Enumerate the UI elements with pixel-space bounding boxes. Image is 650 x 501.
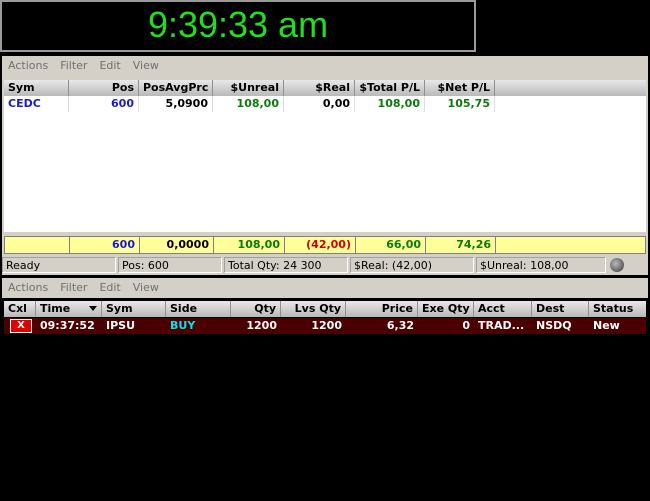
col-pos[interactable]: Pos	[69, 80, 139, 96]
positions-statusbar: Ready Pos: 600 Total Qty: 24 300 $Real: …	[2, 257, 648, 274]
total-pos: 600	[70, 237, 140, 253]
col-time[interactable]: Time	[36, 301, 102, 317]
col-acct[interactable]: Acct	[474, 301, 532, 317]
total-total-pl: 66,00	[356, 237, 426, 253]
menu-actions[interactable]: Actions	[8, 281, 48, 294]
status-unreal: $Unreal: 108,00	[476, 257, 606, 273]
col-exe-qty[interactable]: Exe Qty	[418, 301, 474, 317]
col-sym[interactable]: Sym	[102, 301, 166, 317]
col-sym[interactable]: Sym	[4, 80, 69, 96]
positions-panel: Actions Filter Edit View Sym Pos PosAvgPrc …	[2, 56, 648, 275]
menu-edit[interactable]: Edit	[99, 281, 120, 294]
cell-dest: NSDQ	[536, 319, 572, 332]
cell-unreal: 108,00	[213, 96, 284, 112]
col-lvs-qty[interactable]: Lvs Qty	[281, 301, 346, 317]
status-light-icon	[610, 258, 624, 272]
status-pos: Pos: 600	[118, 257, 222, 273]
sort-down-icon	[89, 306, 97, 311]
menu-view[interactable]: View	[133, 281, 159, 294]
cell-lvs-qty: 1200	[311, 319, 342, 332]
col-side[interactable]: Side	[166, 301, 231, 317]
col-qty[interactable]: Qty	[231, 301, 281, 317]
cancel-button[interactable]: X	[10, 319, 32, 333]
col-time-label: Time	[40, 302, 71, 315]
col-total-pl[interactable]: $Total P/L	[355, 80, 425, 96]
col-net-pl[interactable]: $Net P/L	[425, 80, 495, 96]
col-price[interactable]: Price	[346, 301, 418, 317]
menu-filter[interactable]: Filter	[60, 281, 87, 294]
positions-totals: 600 0,0000 108,00 (42,00) 66,00 74,26	[4, 236, 646, 254]
cell-qty: 1200	[246, 319, 277, 332]
col-status[interactable]: Status	[589, 301, 646, 317]
status-total-qty: Total Qty: 24 300	[224, 257, 348, 273]
cell-avg: 5,0900	[139, 96, 213, 112]
table-row[interactable]: X 09:37:52 IPSU BUY 1200 1200 6,32 0 TRA…	[4, 318, 646, 334]
status-real: $Real: (42,00)	[350, 257, 474, 273]
cell-exe-qty: 0	[462, 319, 470, 332]
cancel-x-icon: X	[17, 320, 25, 331]
cell-acct: TRAD...	[478, 319, 525, 332]
menu-actions[interactable]: Actions	[8, 59, 48, 72]
cell-sym: CEDC	[4, 96, 69, 112]
cell-price: 6,32	[386, 319, 414, 332]
cell-real: 0,00	[284, 96, 355, 112]
cell-sym: IPSU	[106, 319, 136, 332]
total-net-pl: 74,26	[426, 237, 496, 253]
cell-time: 09:37:52	[40, 319, 95, 332]
total-sym	[5, 237, 70, 253]
col-filler	[495, 80, 646, 96]
col-dest[interactable]: Dest	[532, 301, 589, 317]
menu-edit[interactable]: Edit	[99, 59, 120, 72]
status-ready: Ready	[2, 257, 116, 273]
cell-total-pl: 108,00	[355, 96, 425, 112]
clock-display: 9:39:33 am	[0, 0, 476, 52]
cell-status: New	[593, 319, 620, 332]
cell-pos: 600	[69, 96, 139, 112]
cell-side: BUY	[170, 319, 196, 332]
positions-header: Sym Pos PosAvgPrc $Unreal $Real $Total P…	[4, 80, 646, 96]
table-row[interactable]: CEDC 600 5,0900 108,00 0,00 108,00 105,7…	[4, 96, 646, 112]
col-cxl[interactable]: Cxl	[4, 301, 36, 317]
orders-panel: Actions Filter Edit View Cxl Time Sym Side …	[2, 278, 648, 491]
total-avg: 0,0000	[140, 237, 214, 253]
cell-net-pl: 105,75	[425, 96, 495, 112]
col-posavgprc[interactable]: PosAvgPrc	[139, 80, 213, 96]
total-unreal: 108,00	[214, 237, 285, 253]
total-real: (42,00)	[285, 237, 356, 253]
positions-body: CEDC 600 5,0900 108,00 0,00 108,00 105,7…	[4, 96, 646, 232]
col-real[interactable]: $Real	[284, 80, 355, 96]
orders-body	[4, 334, 646, 489]
orders-header: Cxl Time Sym Side Qty Lvs Qty Price Exe …	[4, 301, 646, 317]
positions-menubar: Actions Filter Edit View	[2, 56, 648, 76]
menu-filter[interactable]: Filter	[60, 59, 87, 72]
col-unreal[interactable]: $Unreal	[213, 80, 284, 96]
menu-view[interactable]: View	[133, 59, 159, 72]
orders-menubar: Actions Filter Edit View	[2, 278, 648, 298]
